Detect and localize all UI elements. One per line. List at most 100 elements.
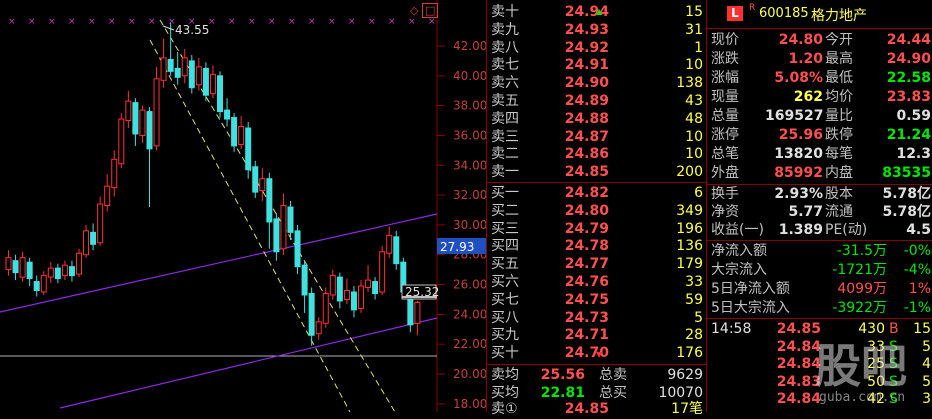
candle-body bbox=[386, 234, 393, 254]
y-tick-label: 22.00 bbox=[453, 337, 486, 351]
candle-body bbox=[379, 251, 386, 293]
bid-price: 24.82 bbox=[564, 185, 609, 201]
candle-body bbox=[83, 230, 90, 256]
ask-row[interactable]: 卖九 24.93 31 bbox=[487, 21, 707, 40]
quote-key2: 最低 bbox=[825, 70, 853, 86]
marker-x: × bbox=[8, 17, 16, 27]
candle-body bbox=[280, 205, 287, 250]
quote-row: 收益(一) 1.389 PE(动) 4.5 bbox=[707, 221, 932, 240]
bid-volume: 33 bbox=[685, 274, 703, 290]
candle-body bbox=[217, 75, 223, 113]
ask-row[interactable]: 卖五 24.89 43 bbox=[487, 92, 707, 111]
y-tick-label: 30.00 bbox=[453, 218, 486, 232]
ask-price: 24.92 bbox=[564, 39, 609, 56]
bid-row[interactable]: 买五 24.77 179 bbox=[487, 255, 707, 274]
book-summary-row: 卖均 25.56 总卖 9629 bbox=[487, 366, 707, 385]
candle-body bbox=[343, 290, 350, 300]
quote-value2: 0.59 bbox=[896, 108, 931, 124]
quote-key: 现量 bbox=[711, 89, 739, 105]
marker-x: × bbox=[28, 17, 36, 27]
candle-body bbox=[365, 279, 372, 289]
first-ask-count-row: 卖① 24.85 17笔 bbox=[487, 400, 707, 419]
ask-label: 卖九 bbox=[491, 21, 519, 38]
quote-row: 涨停 25.96 跌停 21.24 bbox=[707, 126, 932, 145]
quote-row: 涨跌 1.20 最高 24.90 bbox=[707, 50, 932, 69]
bid-row[interactable]: 买四 24.78 136 bbox=[487, 237, 707, 256]
ask-volume: 15 bbox=[685, 4, 703, 20]
stock-badge[interactable]: L bbox=[727, 6, 743, 21]
bid-row[interactable]: 买一 24.82 6 bbox=[487, 184, 707, 203]
ask-row[interactable]: 卖七 24.91 10 bbox=[487, 56, 707, 75]
ask-label: 卖六 bbox=[491, 75, 519, 92]
ask-row[interactable]: 卖一 24.85 200 bbox=[487, 163, 707, 182]
candle-body bbox=[118, 118, 125, 165]
bid-price: 24.73 bbox=[564, 309, 609, 326]
flow-label: 5日大宗流入 bbox=[711, 300, 790, 316]
bid-row[interactable]: 买二 24.80 349 bbox=[487, 202, 707, 221]
candle-body bbox=[111, 158, 118, 189]
candle-body bbox=[224, 109, 231, 120]
bid-row[interactable]: 买八 24.73 5 bbox=[487, 309, 707, 328]
ask-volume: 48 bbox=[685, 110, 703, 127]
quote-value: 5.08% bbox=[774, 70, 823, 86]
quote-value2: 12.3 bbox=[896, 146, 931, 162]
ask-row[interactable]: 卖三 24.87 10 bbox=[487, 128, 707, 147]
bid-row[interactable]: 买六 24.76 33 bbox=[487, 273, 707, 292]
ask-price: 24.88 bbox=[564, 110, 609, 127]
quote-row: 总笔 13820 每笔 12.3 bbox=[707, 145, 932, 164]
candle-body bbox=[252, 166, 259, 193]
bid-row[interactable]: 买九 24.71 28 bbox=[487, 326, 707, 345]
candle-body bbox=[61, 264, 68, 277]
ask-price: 24.90 bbox=[564, 75, 609, 92]
candlestick-chart[interactable]: 42.00 40.00 38.00 36.00 34.00 32.00 30.00 28.00… bbox=[0, 0, 487, 413]
marker-x: × bbox=[408, 17, 416, 27]
candle-body bbox=[76, 252, 82, 275]
bid-row[interactable]: 买七 24.75 59 bbox=[487, 291, 707, 310]
flow-value: -1721万 bbox=[832, 262, 887, 278]
bid-volume: 6 bbox=[694, 185, 703, 201]
stock-name: 格力地产 bbox=[811, 8, 867, 24]
candle-body bbox=[209, 73, 216, 95]
ask-label: 卖四 bbox=[491, 110, 519, 127]
y-tick-label: 24.00 bbox=[453, 307, 486, 321]
marker-x: × bbox=[368, 17, 376, 27]
marker-x: × bbox=[328, 17, 336, 27]
stock-superscript: R bbox=[749, 3, 756, 13]
ask-row[interactable]: 卖四 24.88 48 bbox=[487, 110, 707, 129]
quote-value2: 4.5 bbox=[906, 222, 931, 238]
candle-body bbox=[181, 57, 188, 77]
quote-row: 现量 262 均价 23.83 bbox=[707, 88, 932, 107]
quote-key2: 内盘 bbox=[825, 165, 853, 181]
candle-body bbox=[139, 109, 146, 136]
ask-label: 卖二 bbox=[491, 146, 519, 163]
tick-time: 14:58 bbox=[711, 321, 752, 337]
quote-value2: 22.58 bbox=[886, 70, 931, 86]
bid-label: 买三 bbox=[491, 220, 519, 237]
marker-x: × bbox=[48, 17, 56, 27]
y-tick-label: 34.00 bbox=[453, 158, 486, 172]
quote-value: 1.20 bbox=[788, 51, 823, 67]
candle-body bbox=[308, 292, 315, 336]
quote-key: 换手 bbox=[711, 186, 739, 202]
flow-divider bbox=[707, 318, 932, 319]
flow-value: 4099万 bbox=[837, 281, 887, 297]
quote-value2: 24.90 bbox=[886, 51, 931, 67]
ask-row[interactable]: 卖八 24.92 1 bbox=[487, 39, 707, 58]
marker-x: × bbox=[308, 17, 316, 27]
count-price: 24.85 bbox=[564, 401, 609, 417]
summary-key: 卖均 bbox=[491, 367, 519, 383]
ask-row[interactable]: 卖六 24.90 138 bbox=[487, 74, 707, 93]
ask-label: 卖七 bbox=[491, 57, 519, 74]
quote-key2: 量比 bbox=[825, 108, 853, 124]
bid-row[interactable]: 买三 24.79 196 bbox=[487, 220, 707, 239]
ask-row[interactable]: 卖二 24.86 10 bbox=[487, 145, 707, 164]
candle-body bbox=[266, 178, 273, 223]
y-tick-label: 18.00 bbox=[453, 397, 486, 411]
y-tick-label: 42.00 bbox=[453, 39, 486, 53]
quote-value: 24.80 bbox=[778, 32, 823, 48]
candle-body bbox=[273, 218, 280, 253]
bid-price: 24.80 bbox=[564, 202, 609, 219]
candle-body bbox=[97, 203, 104, 244]
ask-volume: 10 bbox=[685, 146, 703, 163]
flow-pct: 1% bbox=[908, 281, 931, 297]
